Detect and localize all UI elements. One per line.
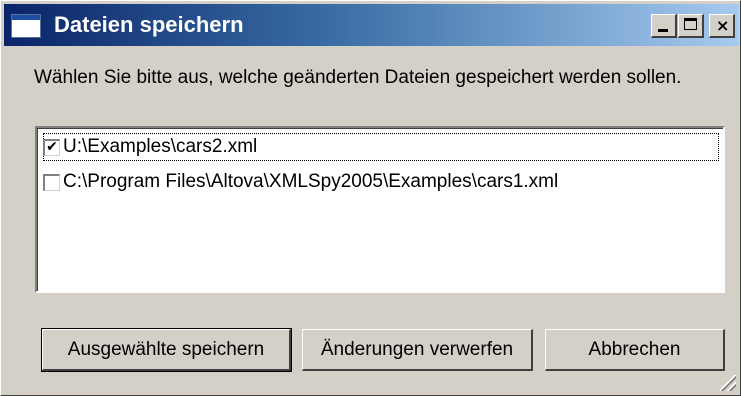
file-list-item[interactable]: ✔ U:\Examples\cars2.xml: [43, 133, 719, 161]
file-checklist[interactable]: ✔ U:\Examples\cars2.xml C:\Program Files…: [35, 126, 725, 293]
minimize-icon: [658, 29, 668, 32]
file-path-label: U:\Examples\cars2.xml: [63, 136, 258, 157]
window-app-icon: [11, 14, 41, 38]
close-button[interactable]: ×: [709, 14, 735, 38]
prompt-text: Wählen Sie bitte aus, welche geänderten …: [34, 67, 682, 88]
resize-grip-icon[interactable]: [720, 375, 736, 391]
dialog-title: Dateien speichern: [54, 12, 244, 37]
file-path-label: C:\Program Files\Altova\XMLSpy2005\Examp…: [63, 171, 559, 192]
maximize-button[interactable]: [678, 14, 704, 38]
close-icon: ×: [716, 16, 730, 35]
discard-changes-button[interactable]: Änderungen verwerfen: [302, 329, 533, 371]
save-selected-button[interactable]: Ausgewählte speichern: [41, 328, 292, 372]
file-list-item[interactable]: C:\Program Files\Altova\XMLSpy2005\Examp…: [43, 168, 719, 196]
minimize-button[interactable]: [651, 14, 677, 38]
cancel-button[interactable]: Abbrechen: [545, 329, 725, 371]
save-files-dialog: Dateien speichern × Wählen Sie bitte aus…: [0, 0, 741, 396]
file-checkbox[interactable]: [43, 174, 60, 191]
title-bar[interactable]: Dateien speichern ×: [4, 4, 739, 46]
maximize-icon: [684, 18, 697, 30]
file-checkbox[interactable]: ✔: [43, 139, 60, 156]
